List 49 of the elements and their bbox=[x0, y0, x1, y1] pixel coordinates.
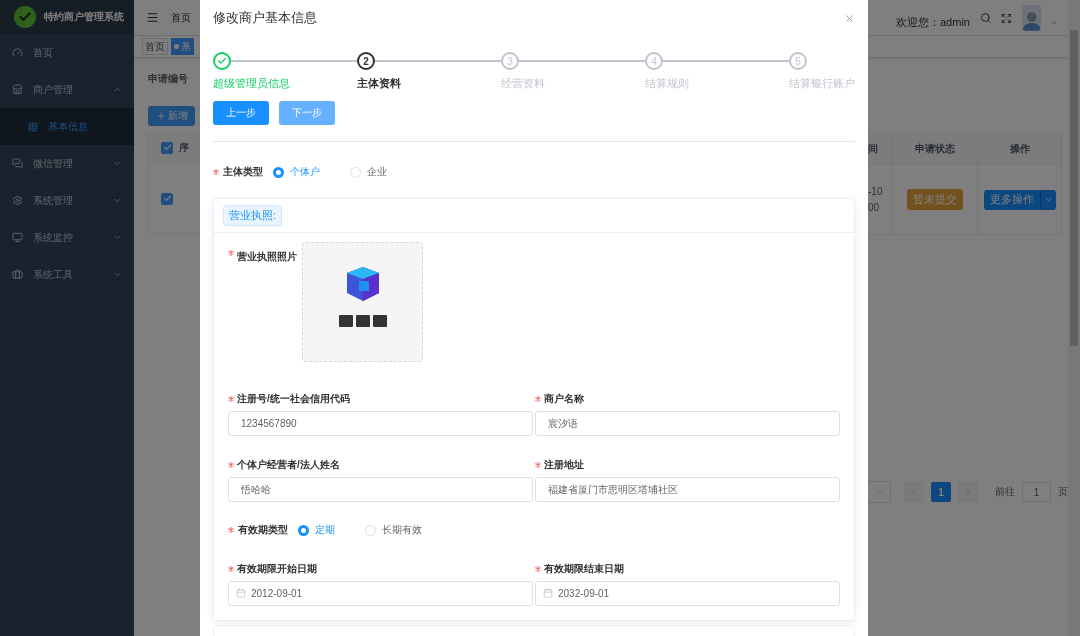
previous-step-button[interactable]: 上一步 bbox=[213, 101, 269, 125]
input-field[interactable]: 福建省厦门市思明区塔埔社区 bbox=[535, 477, 840, 502]
input-field[interactable]: 宸汐语 bbox=[535, 411, 840, 436]
radio-label: 长期有效 bbox=[382, 523, 422, 537]
field-label: 主体类型 bbox=[223, 165, 263, 179]
status-badge: 暂未提交 bbox=[907, 189, 963, 210]
step-number: 4 bbox=[645, 52, 663, 70]
step-label: 主体资料 bbox=[357, 76, 402, 91]
menu-item[interactable]: 首页 bbox=[0, 34, 134, 71]
page-suffix: 页 bbox=[1058, 485, 1068, 499]
submenu-item[interactable]: 基本信息 bbox=[0, 108, 134, 145]
input-field[interactable]: 悟哈哈 bbox=[228, 477, 533, 502]
search-label: 申请编号 bbox=[148, 72, 186, 86]
column-header: 申请状态 bbox=[915, 141, 955, 156]
input-field[interactable]: 1234567890 bbox=[228, 411, 533, 436]
radio-label: 个体户 bbox=[290, 165, 320, 179]
page-button[interactable]: 1 bbox=[931, 482, 951, 502]
field-label: 有效期类型 bbox=[238, 523, 288, 537]
breadcrumb[interactable]: 首页 bbox=[171, 10, 191, 25]
goto-label: 前往 bbox=[995, 485, 1015, 499]
field-label: 营业执照照片 bbox=[237, 250, 297, 264]
page-tab[interactable]: 基 bbox=[171, 38, 194, 55]
page-input[interactable]: 1 bbox=[1022, 482, 1051, 502]
step-number: 3 bbox=[501, 52, 519, 70]
field-label: 有效期限开始日期 bbox=[237, 562, 317, 576]
table-cell-text: -10 bbox=[868, 184, 883, 199]
add-button[interactable]: 新增 bbox=[148, 106, 195, 126]
page-tab[interactable]: 首页 bbox=[142, 38, 168, 55]
date-field[interactable]: 2012-09-01 bbox=[228, 581, 533, 606]
welcome-text: 欢迎您：admin bbox=[896, 15, 970, 30]
app-title: 特约商户管理系统 bbox=[44, 10, 124, 24]
column-header: 序 bbox=[179, 140, 189, 155]
table-cell-text: 00 bbox=[868, 200, 880, 215]
step-label: 超级管理员信息 bbox=[213, 76, 291, 91]
column-header: 间 bbox=[868, 141, 878, 156]
date-field[interactable]: 2032-09-01 bbox=[535, 581, 840, 606]
field-label: 注册地址 bbox=[544, 458, 584, 472]
field-label: 注册号/统一社会信用代码 bbox=[237, 392, 350, 406]
field-label: 商户名称 bbox=[544, 392, 584, 406]
field-label: 有效期限结束日期 bbox=[544, 562, 624, 576]
more-actions-button[interactable]: 更多操作 bbox=[983, 189, 1040, 210]
dialog-title: 修改商户基本信息 bbox=[213, 9, 317, 27]
section-tag: 营业执照: bbox=[223, 205, 283, 226]
field-label: 个体户经营者/法人姓名 bbox=[237, 458, 340, 472]
step-number: 5 bbox=[789, 52, 807, 70]
radio-label: 企业 bbox=[367, 165, 387, 179]
column-header: 操作 bbox=[1009, 141, 1030, 156]
radio-label: 定期 bbox=[315, 523, 335, 537]
step-number: 2 bbox=[357, 52, 375, 70]
